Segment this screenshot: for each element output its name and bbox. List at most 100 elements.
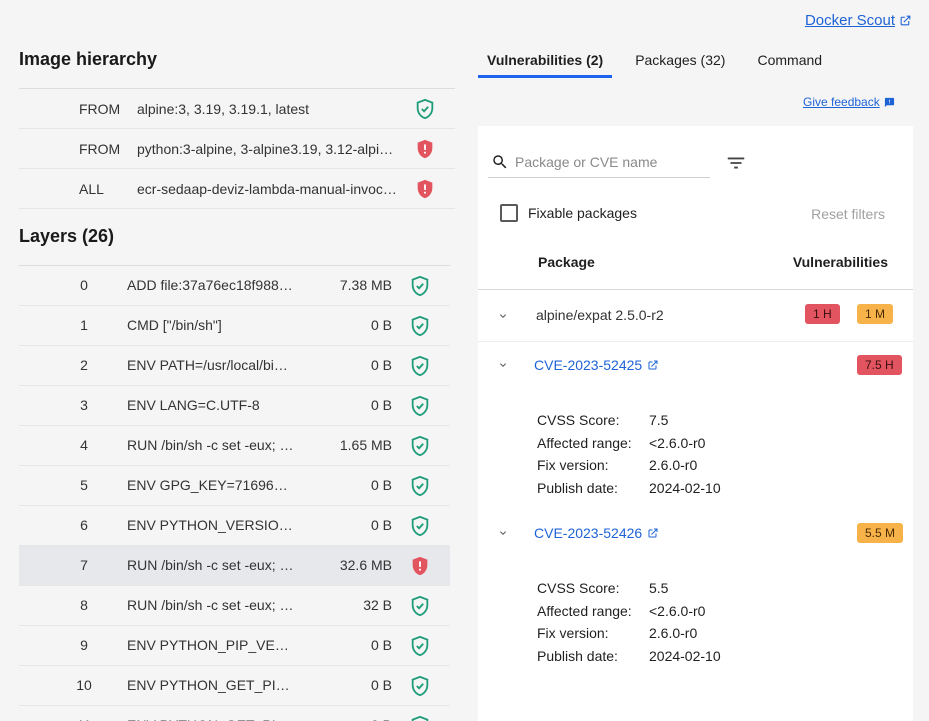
- layer-command: CMD ["/bin/sh"]: [127, 317, 222, 333]
- layer-row[interactable]: 5 ENV GPG_KEY=7169605F62C751356D054A26A8…: [19, 466, 450, 506]
- layer-size: 0 B: [370, 477, 392, 493]
- shield-check-icon: [409, 635, 431, 657]
- cve-link[interactable]: CVE-2023-52425: [534, 357, 659, 373]
- layer-command: ENV PYTHON_VERSION=3.12.2: [127, 517, 295, 533]
- layer-index: 3: [80, 397, 88, 413]
- layer-index: 8: [80, 597, 88, 613]
- hierarchy-kind: ALL: [79, 180, 104, 197]
- external-link-icon: [648, 360, 658, 370]
- docker-scout-link[interactable]: Docker Scout: [805, 12, 912, 29]
- fix-version-value: 2.6.0-r0: [649, 457, 698, 473]
- layer-index: 2: [80, 357, 88, 373]
- affected-range-label: Affected range:: [537, 603, 632, 619]
- cvss-label: CVSS Score:: [537, 412, 620, 428]
- layer-row[interactable]: 10 ENV PYTHON_GET_PIP_URL=https://github…: [19, 666, 450, 706]
- fix-version-value: 2.6.0-r0: [649, 625, 698, 641]
- tab-command[interactable]: Command: [748, 44, 831, 78]
- layer-index: 6: [80, 517, 88, 533]
- column-header-package[interactable]: Package: [538, 254, 595, 270]
- layer-index: 5: [80, 477, 88, 493]
- hierarchy-row[interactable]: FROM python:3-alpine, 3-alpine3.19, 3.12…: [19, 129, 455, 169]
- cvss-label: CVSS Score:: [537, 580, 620, 596]
- high-count-badge: 1 H: [805, 304, 840, 324]
- chevron-down-icon[interactable]: [497, 527, 509, 539]
- layers-list: 0 ADD file:37a76ec18f9887751cd8473744917…: [19, 265, 450, 721]
- layer-size: 0 B: [370, 317, 392, 333]
- shield-check-icon: [409, 475, 431, 497]
- fixable-packages-checkbox[interactable]: Fixable packages: [500, 204, 637, 222]
- shield-check-icon: [409, 595, 431, 617]
- give-feedback-link[interactable]: Give feedback: [803, 95, 895, 109]
- severity-badge: 7.5 H: [857, 355, 902, 375]
- hierarchy-image-name: ecr-sedaap-deviz-lambda-manual-invocatio…: [137, 180, 397, 197]
- layer-row[interactable]: 6 ENV PYTHON_VERSION=3.12.2 0 B: [19, 506, 450, 546]
- layer-size: 32.6 MB: [339, 557, 392, 573]
- publish-date-label: Publish date:: [537, 480, 618, 496]
- tab-packages[interactable]: Packages (32): [626, 44, 734, 78]
- layer-row[interactable]: 1 CMD ["/bin/sh"] 0 B: [19, 306, 450, 346]
- docker-scout-label: Docker Scout: [804, 12, 895, 29]
- affected-range-label: Affected range:: [537, 435, 632, 451]
- affected-range-value: <2.6.0-r0: [649, 603, 706, 619]
- hierarchy-image-name: alpine:3, 3.19, 3.19.1, latest: [137, 100, 310, 117]
- search-box: [488, 146, 710, 178]
- feedback-icon: [884, 97, 894, 107]
- shield-check-icon: [414, 98, 436, 120]
- layer-command: RUN /bin/sh -c set -eux; apk add --no-ca…: [127, 557, 295, 573]
- layer-size: 7.38 MB: [339, 277, 392, 293]
- hierarchy-row[interactable]: ALL ecr-sedaap-deviz-lambda-manual-invoc…: [19, 169, 455, 209]
- package-name: alpine/expat 2.5.0-r2: [536, 307, 664, 323]
- shield-alert-icon: [414, 138, 436, 160]
- image-hierarchy-title: Image hierarchy: [19, 49, 158, 69]
- layer-size: 0 B: [370, 517, 392, 533]
- hierarchy-kind: FROM: [79, 100, 121, 117]
- medium-count-badge: 1 M: [857, 304, 894, 324]
- cvss-value: 5.5: [649, 580, 669, 596]
- publish-date-value: 2024-02-10: [649, 480, 721, 496]
- layer-command: ENV LANG=C.UTF-8: [127, 397, 260, 413]
- layer-command: RUN /bin/sh -c set -eux; apk add --no-ca…: [127, 437, 295, 453]
- hierarchy-kind: FROM: [79, 140, 121, 157]
- external-link-icon: [900, 15, 911, 26]
- column-header-vulnerabilities[interactable]: Vulnerabilities: [793, 254, 888, 270]
- shield-check-icon: [409, 315, 431, 337]
- package-row[interactable]: alpine/expat 2.5.0-r2 1 H 1 M: [478, 290, 913, 342]
- shield-alert-icon: [409, 555, 431, 577]
- shield-check-icon: [409, 435, 431, 457]
- layer-size: 32 B: [363, 597, 392, 613]
- layer-command: ADD file:37a76ec18f9887751cd8473744917d0…: [127, 277, 295, 293]
- layer-row[interactable]: 8 RUN /bin/sh -c set -eux; for src in id…: [19, 586, 450, 626]
- layer-row[interactable]: 3 ENV LANG=C.UTF-8 0 B: [19, 386, 450, 426]
- shield-check-icon: [409, 395, 431, 417]
- layer-row[interactable]: 11 ENV PYTHON_GET_PIP_SHA256= 0 B: [19, 706, 450, 721]
- fix-version-label: Fix version:: [537, 625, 609, 641]
- search-icon: [493, 154, 507, 168]
- shield-check-icon: [409, 515, 431, 537]
- layer-command: ENV PYTHON_GET_PIP_URL=https://github.co…: [127, 677, 295, 693]
- checkbox-box[interactable]: [500, 204, 518, 222]
- search-input[interactable]: [515, 153, 705, 170]
- shield-check-icon: [409, 675, 431, 697]
- cve-link[interactable]: CVE-2023-52426: [534, 525, 659, 541]
- layer-row[interactable]: 2 ENV PATH=/usr/local/bin:/usr/local/sbi…: [19, 346, 450, 386]
- layer-row[interactable]: 7 RUN /bin/sh -c set -eux; apk add --no-…: [19, 546, 450, 586]
- image-hierarchy-list: FROM alpine:3, 3.19, 3.19.1, latest FROM …: [19, 88, 455, 209]
- publish-date-label: Publish date:: [537, 648, 618, 664]
- layer-command: ENV PATH=/usr/local/bin:/usr/local/sbin:…: [127, 357, 295, 373]
- layer-index: 0: [80, 277, 88, 293]
- chevron-down-icon[interactable]: [497, 359, 509, 371]
- layer-index: 11: [64, 717, 104, 721]
- layer-command: ENV GPG_KEY=7169605F62C751356D054A26A821…: [127, 477, 295, 493]
- layer-row[interactable]: 4 RUN /bin/sh -c set -eux; apk add --no-…: [19, 426, 450, 466]
- reset-filters-button[interactable]: Reset filters: [811, 206, 885, 222]
- layer-row[interactable]: 0 ADD file:37a76ec18f9887751cd8473744917…: [19, 266, 450, 306]
- hierarchy-row[interactable]: FROM alpine:3, 3.19, 3.19.1, latest: [19, 89, 455, 129]
- layer-row[interactable]: 9 ENV PYTHON_PIP_VERSION=24.0 0 B: [19, 626, 450, 666]
- layer-size: 1.65 MB: [339, 437, 392, 453]
- layer-size: 0 B: [309, 717, 392, 721]
- filter-icon[interactable]: [725, 152, 747, 174]
- chevron-down-icon[interactable]: [497, 310, 509, 322]
- tab-vulnerabilities[interactable]: Vulnerabilities (2): [478, 44, 613, 78]
- layer-size: 0 B: [370, 397, 392, 413]
- layer-command: ENV PYTHON_PIP_VERSION=24.0: [127, 637, 295, 653]
